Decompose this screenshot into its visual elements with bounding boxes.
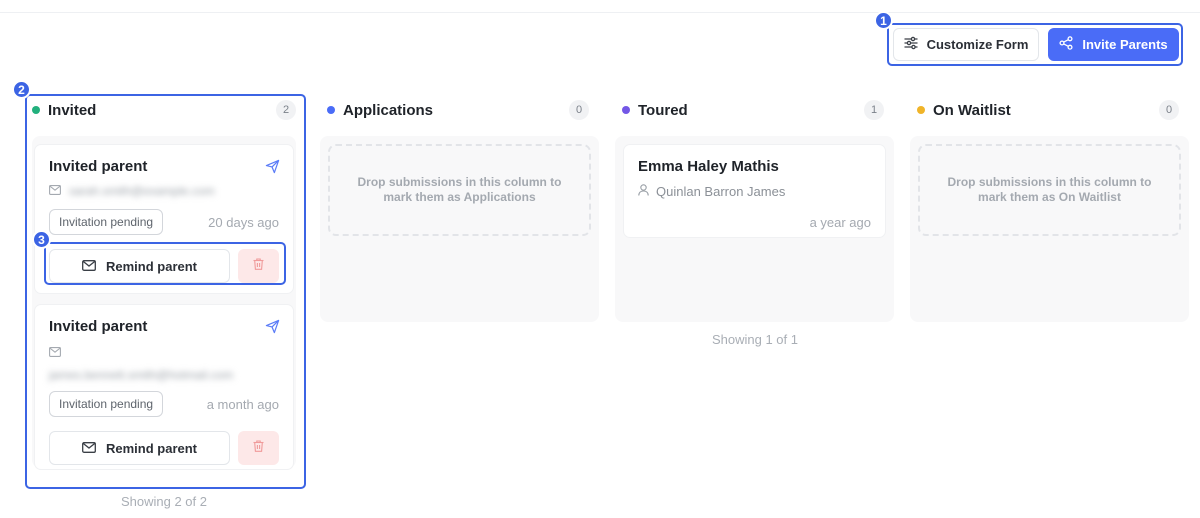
person-row: Quinlan Barron James <box>638 184 871 199</box>
count-badge: 1 <box>864 100 884 120</box>
status-dot <box>622 106 630 114</box>
card-title: Invited parent <box>49 318 148 335</box>
share-icon <box>1059 36 1073 53</box>
email-text: james.bennett.smith@hotmail.com <box>49 368 234 382</box>
delete-button[interactable] <box>238 249 279 283</box>
card-actions: Remind parent <box>49 431 279 465</box>
invited-card[interactable]: Invited parent james.bennett.smith@hotma… <box>34 304 294 470</box>
mail-icon <box>49 182 61 200</box>
status-dot <box>32 106 40 114</box>
mail-icon <box>82 441 96 456</box>
column-header: Toured 1 <box>622 100 884 120</box>
mail-icon <box>49 344 61 362</box>
mail-icon <box>82 259 96 274</box>
column-title: Invited <box>48 101 97 119</box>
drop-zone[interactable]: Drop submissions in this column to mark … <box>328 144 591 236</box>
drop-zone-text: Drop submissions in this column to mark … <box>947 175 1152 204</box>
column-header: Invited 2 <box>32 100 296 120</box>
toolbar: Customize Form Invite Parents <box>893 28 1179 61</box>
trash-icon <box>253 257 264 275</box>
column-title: On Waitlist <box>933 101 1011 119</box>
user-icon <box>638 184 649 199</box>
remind-parent-label: Remind parent <box>105 440 197 456</box>
count-badge: 0 <box>569 100 589 120</box>
top-divider <box>0 12 1200 13</box>
column-body: Emma Haley Mathis Quinlan Barron James a… <box>615 136 894 322</box>
status-dot <box>917 106 925 114</box>
invite-parents-button[interactable]: Invite Parents <box>1048 28 1179 61</box>
column-title: Toured <box>638 101 688 119</box>
column-body: Invited parent sarah.smith@example.com I… <box>32 136 296 470</box>
count-badge: 2 <box>276 100 296 120</box>
column-header: On Waitlist 0 <box>917 100 1179 120</box>
invite-parents-label: Invite Parents <box>1082 37 1168 52</box>
customize-form-label: Customize Form <box>926 37 1029 52</box>
remind-parent-label: Remind parent <box>105 258 197 274</box>
remind-parent-button[interactable]: Remind parent <box>49 431 230 465</box>
meta-row: Invitation pending a month ago <box>49 391 279 417</box>
person-name: Quinlan Barron James <box>656 184 786 199</box>
sliders-icon <box>903 36 918 53</box>
send-icon[interactable] <box>265 159 280 179</box>
column-title: Applications <box>343 101 434 119</box>
annotation-badge: 3 <box>32 230 51 249</box>
timestamp: a month ago <box>206 396 279 412</box>
status-dot <box>327 106 335 114</box>
send-icon[interactable] <box>265 319 280 339</box>
count-badge: 0 <box>1159 100 1179 120</box>
showing-count: Showing 1 of 1 <box>711 332 798 347</box>
card-title: Emma Haley Mathis <box>638 158 779 175</box>
card-title: Invited parent <box>49 158 148 175</box>
email-row: james.bennett.smith@hotmail.com <box>49 344 279 382</box>
column-body: Drop submissions in this column to mark … <box>910 136 1189 322</box>
timestamp: a year ago <box>809 215 871 230</box>
delete-button[interactable] <box>238 431 279 465</box>
drop-zone[interactable]: Drop submissions in this column to mark … <box>918 144 1181 236</box>
column-on-waitlist: On Waitlist 0 Drop submissions in this c… <box>910 100 1189 322</box>
annotation-badge: 2 <box>12 80 31 99</box>
column-applications: Applications 0 Drop submissions in this … <box>320 100 599 322</box>
card-actions: Remind parent <box>49 249 279 283</box>
email-text: sarah.smith@example.com <box>69 184 215 198</box>
email-row: sarah.smith@example.com <box>49 184 279 198</box>
invited-card[interactable]: Invited parent sarah.smith@example.com I… <box>34 144 294 294</box>
column-body: Drop submissions in this column to mark … <box>320 136 599 322</box>
trash-icon <box>253 439 264 457</box>
status-badge: Invitation pending <box>49 391 164 417</box>
column-toured: Toured 1 Emma Haley Mathis Quinlan Barro… <box>615 100 894 322</box>
status-badge: Invitation pending <box>49 209 164 235</box>
timestamp: 20 days ago <box>208 214 279 230</box>
column-invited: Invited 2 Invited parent sarah.smith@exa… <box>32 100 296 470</box>
customize-form-button[interactable]: Customize Form <box>893 28 1039 61</box>
showing-count: Showing 2 of 2 <box>120 494 207 509</box>
remind-parent-button[interactable]: Remind parent <box>49 249 230 283</box>
toured-card[interactable]: Emma Haley Mathis Quinlan Barron James a… <box>623 144 886 238</box>
meta-row: Invitation pending 20 days ago <box>49 209 279 235</box>
column-header: Applications 0 <box>327 100 589 120</box>
annotation-badge: 1 <box>874 11 893 30</box>
drop-zone-text: Drop submissions in this column to mark … <box>357 175 562 204</box>
